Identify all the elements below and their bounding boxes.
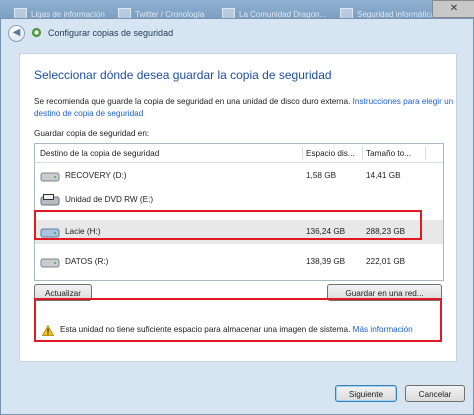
list-item[interactable]: RECOVERY (D:) 1,58 GB 14,41 GB — [35, 164, 443, 188]
list-label: Guardar copia de seguridad en: — [34, 129, 150, 138]
drive-name: Unidad de DVD RW (E:) — [65, 195, 154, 204]
drive-free-space: 138,39 GB — [306, 257, 346, 266]
back-arrow-icon[interactable]: ◀ — [8, 25, 25, 42]
next-button[interactable]: Siguiente — [335, 385, 397, 402]
column-header-destination[interactable]: Destino de la copia de seguridad — [40, 149, 159, 158]
drive-total-size: 222,01 GB — [366, 257, 406, 266]
close-icon[interactable]: ✕ — [432, 0, 474, 18]
drive-name: RECOVERY (D:) — [65, 171, 127, 180]
hard-drive-icon — [40, 258, 60, 268]
drive-free-space: 1,58 GB — [306, 171, 337, 180]
column-header-free-space[interactable]: Espacio dis... — [306, 149, 355, 158]
drive-total-size: 14,41 GB — [366, 171, 401, 180]
column-divider[interactable] — [362, 146, 363, 160]
description: Se recomienda que guarde la copia de seg… — [34, 96, 454, 120]
list-header: Destino de la copia de seguridad Espacio… — [35, 144, 443, 163]
window-title: Configurar copias de seguridad — [48, 28, 174, 38]
backup-icon — [31, 27, 42, 38]
column-divider[interactable] — [302, 146, 303, 160]
description-text: Se recomienda que guarde la copia de seg… — [34, 97, 351, 106]
title-bar: ◀ Configurar copias de seguridad — [1, 19, 473, 47]
drive-name: DATOS (R:) — [65, 257, 109, 266]
column-header-total-size[interactable]: Tamaño to... — [366, 149, 411, 158]
page-heading: Seleccionar dónde desea guardar la copia… — [34, 68, 332, 82]
selection-highlight-box — [34, 210, 422, 240]
dvd-drive-icon — [40, 194, 60, 206]
hard-drive-icon — [40, 172, 60, 182]
column-divider[interactable] — [425, 146, 426, 160]
warning-highlight-box — [34, 298, 442, 342]
list-item[interactable]: DATOS (R:) 138,39 GB 222,01 GB — [35, 250, 443, 274]
list-item[interactable]: Unidad de DVD RW (E:) — [35, 188, 443, 212]
cancel-button[interactable]: Cancelar — [405, 385, 465, 402]
